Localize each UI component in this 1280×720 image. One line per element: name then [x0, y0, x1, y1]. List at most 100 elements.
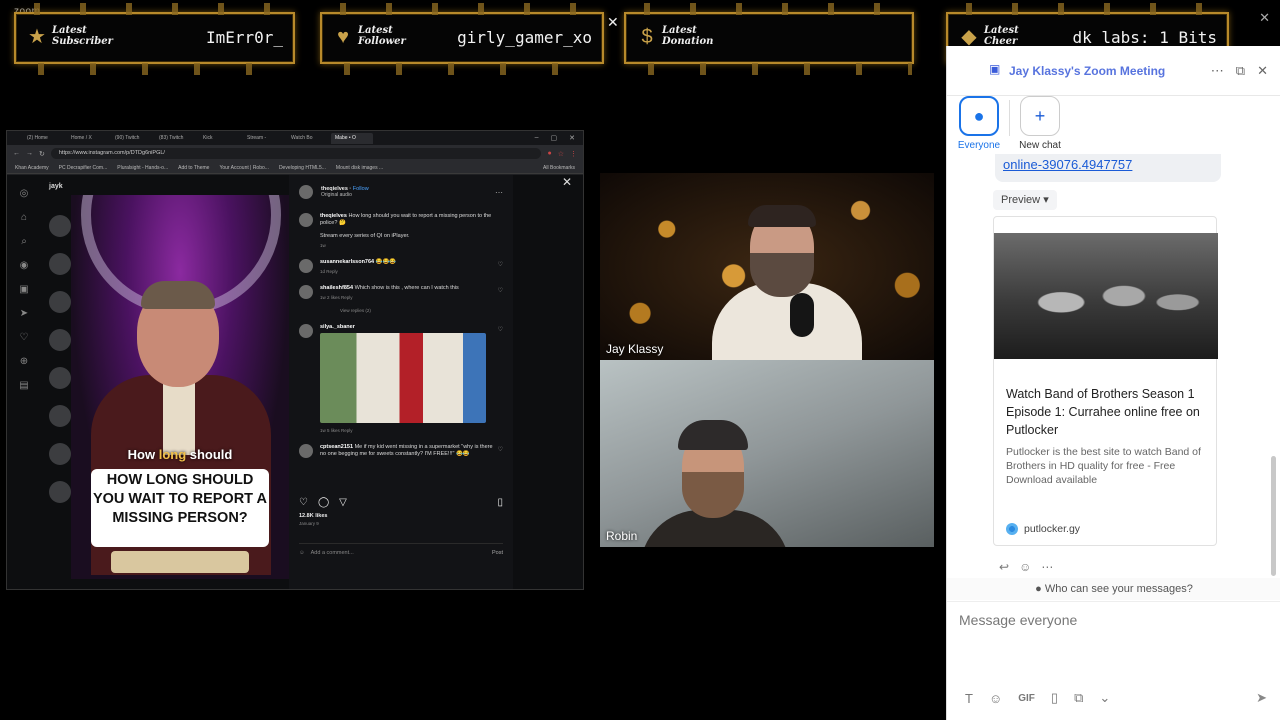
gif-button[interactable]: GIF [1018, 693, 1035, 704]
avatar[interactable] [49, 291, 71, 313]
bookmark-item[interactable]: PC Decrapifier Com... [59, 165, 108, 171]
instagram-icon[interactable]: ◎ [7, 188, 41, 199]
avatar[interactable] [49, 405, 71, 427]
create-icon[interactable]: ⊕ [7, 356, 41, 367]
dashboard-icon[interactable]: ▤ [7, 380, 41, 391]
likes-count[interactable]: 12.8K likes [299, 513, 327, 519]
like-heart-icon[interactable]: ♡ [498, 326, 503, 333]
reaction-icon[interactable]: ☺ [1019, 560, 1031, 574]
alert-value: girly_gamer_xo [457, 28, 592, 47]
emoji-icon[interactable]: ☺ [299, 550, 305, 556]
comment-user[interactable]: theqielves [320, 213, 347, 219]
messages-icon[interactable]: ➤ [7, 308, 41, 319]
close-icon[interactable]: ✕ [1257, 63, 1268, 79]
bookmark-item[interactable]: Your Account | Robo... [219, 165, 268, 171]
reel-video[interactable]: How long should HOW LONG SHOULD YOU WAIT… [71, 195, 289, 579]
browser-tab[interactable]: Watch Bo [287, 133, 329, 144]
tab-new-chat[interactable]: + New chat [1016, 96, 1064, 151]
browser-tab-active[interactable]: Mabe • O [331, 132, 373, 144]
avatar[interactable] [49, 481, 71, 503]
like-heart-icon[interactable]: ♡ [498, 261, 503, 268]
avatar[interactable] [299, 259, 313, 273]
bookmark-item[interactable]: Mount disk images ... [336, 165, 383, 171]
reply-icon[interactable]: ↩ [999, 560, 1009, 574]
explore-icon[interactable]: ◉ [7, 260, 41, 271]
avatar[interactable] [49, 443, 71, 465]
like-heart-icon[interactable]: ♡ [498, 446, 503, 453]
more-options-icon[interactable]: ⋯ [495, 188, 503, 197]
address-bar[interactable]: https://www.instagram.com/p/DTDg6niPGL/ [50, 148, 542, 159]
comment-user[interactable]: cptsean2151 [320, 444, 353, 450]
avatar[interactable] [49, 329, 71, 351]
avatar[interactable] [49, 253, 71, 275]
browser-tab[interactable]: (90) Twitch [111, 133, 153, 144]
maximize-icon[interactable]: ▢ [551, 134, 558, 142]
comment-user[interactable]: silya._sbaner [320, 324, 355, 330]
bookmark-item[interactable]: Pluralsight - Hands-o... [117, 165, 168, 171]
video-tile-robin[interactable]: Robin [600, 360, 934, 547]
close-icon[interactable]: ✕ [562, 175, 572, 189]
message-input[interactable]: Message everyone [959, 612, 1077, 628]
video-tile-jay[interactable]: Jay Klassy [600, 173, 934, 360]
all-bookmarks[interactable]: All Bookmarks [543, 165, 575, 171]
emoji-icon[interactable]: ☺ [989, 691, 1002, 706]
tab-everyone[interactable]: ● Everyone [955, 96, 1003, 151]
search-icon[interactable]: ⌕ [7, 236, 41, 247]
reels-icon[interactable]: ▣ [7, 284, 41, 295]
comment-user[interactable]: shaileshf854 [320, 285, 353, 291]
share-icon[interactable]: ▽ [339, 497, 347, 508]
comment-icon[interactable]: ◯ [318, 497, 329, 508]
chevron-down-icon[interactable]: ⌄ [1099, 690, 1110, 706]
browser-tab[interactable]: (83) Twitch [155, 133, 197, 144]
avatar[interactable] [299, 324, 313, 338]
more-options-icon[interactable]: ⋯ [1041, 560, 1053, 574]
save-icon[interactable]: ▯ [497, 497, 503, 508]
send-icon[interactable]: ➤ [1256, 690, 1267, 706]
star-icon[interactable]: ☆ [558, 150, 564, 158]
browser-tab[interactable]: Stream - [243, 133, 285, 144]
reload-icon[interactable]: ↻ [39, 150, 45, 158]
file-icon[interactable]: ▯ [1051, 690, 1058, 706]
minimize-icon[interactable]: – [535, 134, 539, 142]
original-audio[interactable]: Original audio [321, 192, 369, 198]
who-can-see-link[interactable]: ● Who can see your messages? [947, 578, 1280, 600]
pop-out-icon[interactable]: ⧉ [1236, 63, 1245, 79]
extension-icon[interactable]: ● [547, 150, 551, 158]
browser-tab[interactable]: (2) Home [23, 133, 65, 144]
comment-user[interactable]: susannekarlsson764 [320, 259, 374, 265]
follow-button[interactable]: Follow [353, 186, 369, 192]
more-options-icon[interactable]: ⋯ [1211, 63, 1224, 79]
bookmark-item[interactable]: Add to Theme [178, 165, 209, 171]
browser-tab[interactable]: Home / X [67, 133, 109, 144]
screenshot-icon[interactable]: ⧉ [1074, 690, 1083, 706]
chat-scrollbar[interactable] [1271, 456, 1276, 576]
add-comment-input[interactable]: Add a comment... [311, 550, 354, 556]
message-link[interactable]: online-39076.4947757 [1003, 157, 1132, 172]
avatar[interactable] [49, 215, 71, 237]
notifications-icon[interactable]: ♡ [7, 332, 41, 343]
forward-icon[interactable]: → [26, 150, 33, 157]
avatar[interactable] [49, 367, 71, 389]
comment-photo[interactable] [320, 333, 486, 423]
bookmark-item[interactable]: Developing HTML5... [279, 165, 326, 171]
close-icon[interactable]: ✕ [569, 134, 575, 142]
window-close-icon[interactable]: ✕ [1259, 10, 1270, 26]
view-replies-link[interactable]: View replies (2) [340, 307, 500, 314]
like-heart-icon[interactable]: ♡ [498, 287, 503, 294]
menu-icon[interactable]: ⋮ [570, 150, 577, 158]
preview-toggle[interactable]: Preview ▾ [993, 190, 1057, 210]
bookmark-item[interactable]: Khan Academy [15, 165, 49, 171]
avatar[interactable] [299, 213, 313, 227]
overlay-close-icon[interactable]: ✕ [607, 14, 619, 31]
home-icon[interactable]: ⌂ [7, 212, 41, 223]
like-icon[interactable]: ♡ [299, 497, 308, 508]
comment-meta: 1w 2 likes Reply [320, 295, 353, 300]
avatar[interactable] [299, 444, 313, 458]
avatar[interactable] [299, 285, 313, 299]
link-preview-card[interactable]: Watch Band of Brothers Season 1 Episode … [993, 216, 1218, 546]
browser-tab[interactable]: Kick [199, 133, 241, 144]
format-text-icon[interactable]: T [965, 691, 973, 706]
avatar[interactable] [299, 185, 313, 199]
post-comment-button[interactable]: Post [492, 550, 503, 556]
back-icon[interactable]: ← [13, 150, 20, 157]
